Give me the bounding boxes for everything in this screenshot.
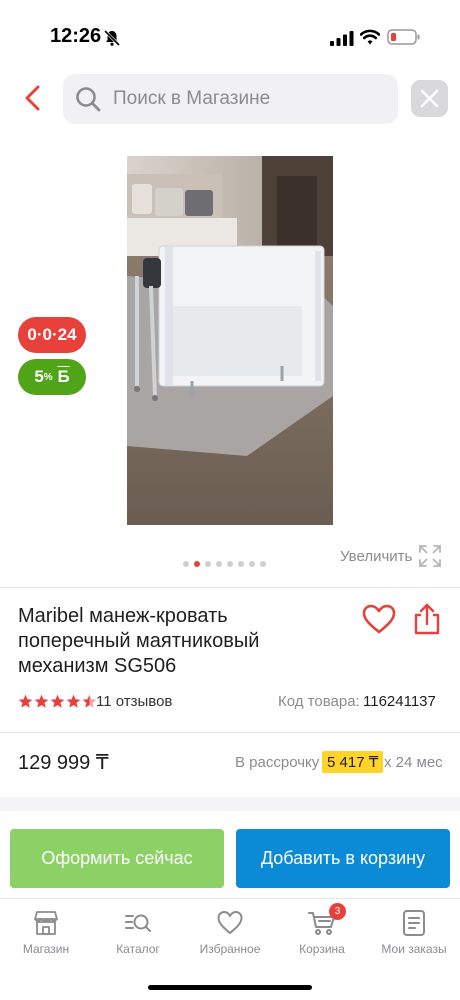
reviews-link[interactable]: 11 отзывов bbox=[96, 693, 172, 710]
search-input[interactable] bbox=[113, 74, 388, 124]
bonus-percent: 5 bbox=[34, 367, 44, 386]
installment-badge: 0·0·24 bbox=[18, 317, 86, 353]
nav-item-cart[interactable]: 3 Корзина bbox=[276, 899, 368, 969]
catalog-search-icon bbox=[125, 914, 151, 932]
product-title: Maribel манеж-кровать поперечный маятник… bbox=[18, 605, 260, 677]
store-icon bbox=[34, 911, 58, 935]
installment-amount: 5 417 ₸ bbox=[322, 751, 384, 773]
carousel-dot-active[interactable] bbox=[194, 561, 200, 567]
nav-item-orders[interactable]: Мои заказы bbox=[368, 899, 460, 969]
expand-icon[interactable] bbox=[418, 544, 442, 568]
cart-count-badge: 3 bbox=[329, 903, 346, 920]
bonus-percent-sign: % bbox=[43, 371, 53, 383]
back-button[interactable] bbox=[20, 84, 48, 112]
star-icon bbox=[34, 694, 49, 708]
carousel-dot[interactable] bbox=[238, 561, 244, 567]
rating-stars bbox=[18, 694, 97, 709]
carousel-dot[interactable] bbox=[227, 561, 233, 567]
zoom-label[interactable]: Увеличить bbox=[340, 548, 412, 565]
status-bar: 12:26 bbox=[0, 0, 460, 70]
bonus-badge: 5% Б bbox=[18, 359, 86, 395]
nav-label-favorites: Избранное bbox=[199, 942, 261, 956]
divider bbox=[0, 732, 460, 733]
carousel-dot[interactable] bbox=[249, 561, 255, 567]
nav-label-store: Магазин bbox=[22, 942, 70, 956]
home-indicator bbox=[148, 985, 312, 990]
close-icon bbox=[420, 89, 439, 108]
signal-icon bbox=[330, 31, 354, 46]
nav-label-orders: Мои заказы bbox=[381, 942, 447, 956]
installment-months: х 24 мес bbox=[384, 754, 443, 771]
sku-label: Код товара: bbox=[278, 693, 360, 710]
carousel-dots[interactable] bbox=[183, 561, 266, 567]
share-icon[interactable] bbox=[413, 603, 441, 635]
orders-icon bbox=[403, 910, 425, 936]
clear-search-button[interactable] bbox=[411, 80, 448, 117]
nav-item-favorites[interactable]: Избранное bbox=[184, 899, 276, 969]
bell-muted-icon bbox=[103, 29, 121, 47]
nav-label-catalog: Каталог bbox=[116, 942, 160, 956]
sku-value: 116241137 bbox=[363, 693, 436, 710]
buy-now-button[interactable]: Оформить сейчас bbox=[10, 829, 224, 888]
favorite-heart-icon[interactable] bbox=[362, 604, 396, 634]
search-box[interactable] bbox=[63, 74, 398, 124]
wifi-icon bbox=[360, 29, 380, 45]
nav-item-store[interactable]: Магазин bbox=[0, 899, 92, 969]
star-half-icon bbox=[82, 694, 97, 708]
carousel-dot[interactable] bbox=[205, 561, 211, 567]
section-separator bbox=[0, 797, 460, 811]
installment-prefix: В рассрочку bbox=[235, 754, 320, 771]
star-icon bbox=[66, 694, 81, 708]
price: 129 999 ₸ bbox=[18, 752, 109, 774]
divider bbox=[0, 587, 460, 588]
carousel-dot[interactable] bbox=[260, 561, 266, 567]
bonus-letter: Б bbox=[57, 367, 70, 386]
star-icon bbox=[50, 694, 65, 708]
nav-label-cart: Корзина bbox=[299, 942, 345, 956]
carousel-dot[interactable] bbox=[183, 561, 189, 567]
search-icon bbox=[76, 87, 101, 112]
battery-icon bbox=[387, 29, 420, 45]
carousel-dot[interactable] bbox=[216, 561, 222, 567]
status-time: 12:26 bbox=[50, 25, 102, 47]
nav-item-catalog[interactable]: Каталог bbox=[92, 899, 184, 969]
add-to-cart-button[interactable]: Добавить в корзину bbox=[236, 829, 450, 888]
product-image[interactable] bbox=[127, 156, 333, 525]
star-icon bbox=[18, 694, 33, 708]
heart-icon bbox=[217, 911, 243, 934]
